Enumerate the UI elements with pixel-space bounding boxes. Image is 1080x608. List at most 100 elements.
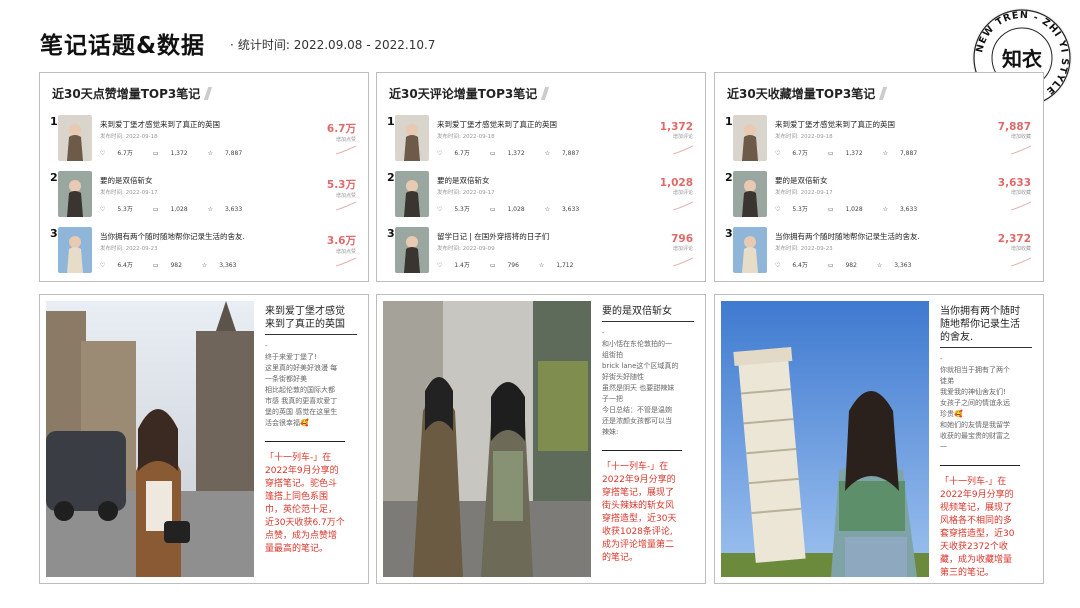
- comments-stat: ▭ 1,372: [153, 150, 198, 157]
- comment-icon: ▭: [152, 150, 159, 157]
- comments-stat: ▭ 1,372: [828, 150, 873, 157]
- comment-icon: ▭: [489, 262, 496, 269]
- ranked-note-row[interactable]: 1 来到爱丁堡才感觉来到了真正的英国 发布时间: 2022-09-18 ♡ 6.7万 ▭…: [377, 115, 705, 169]
- rank-number: 3: [723, 227, 733, 240]
- likes-count: 5.3万: [117, 206, 133, 213]
- note-stats: ♡ 6.7万 ▭ 1,372 ☆ 7,887: [775, 148, 937, 157]
- card-description-line: 终于来爱丁堡了!: [265, 353, 317, 361]
- stat-label: 统计时间:: [237, 38, 290, 52]
- growth-metric: 2,372 增加收藏: [998, 233, 1031, 252]
- comments-count: 796: [507, 262, 519, 269]
- rank-number: 2: [48, 171, 58, 184]
- growth-value: 5.3万: [326, 179, 356, 191]
- likes-count: 6.7万: [117, 150, 133, 157]
- growth-metric: 796 增加评论: [671, 233, 693, 252]
- card-highlight-line: 量最高的笔记。: [265, 544, 329, 554]
- card-title-line: 随地帮你记录生活: [940, 319, 1020, 330]
- ranked-note-row[interactable]: 2 要的是双倍斩女 发布时间: 2022-09-17 ♡ 5.3万 ▭ 1,028 ☆ 3…: [715, 171, 1043, 225]
- note-date: 发布时间: 2022-09-18: [775, 134, 833, 140]
- comment-icon: ▭: [827, 150, 834, 157]
- trend-sparkline-icon: [1011, 145, 1031, 155]
- like-icon: ♡: [437, 262, 443, 269]
- growth-label: 增加收藏: [1010, 190, 1031, 196]
- star-icon: ☆: [882, 206, 889, 213]
- card-title-line: 要的是双倍斩女: [602, 306, 672, 317]
- growth-value: 796: [671, 233, 693, 245]
- card-highlight-line: 「十一列车-」在: [940, 477, 1007, 487]
- likes-stat: ♡ 1.4万: [437, 262, 480, 269]
- card-text: 要的是双倍斩女 - 和小恬在东伦敦拍的一 组街拍 brick lane这个区域真的 好街…: [602, 305, 694, 565]
- favs-count: 3,633: [899, 206, 918, 213]
- card-text: 当你拥有两个随时 随地帮你记录生活 的舍友. - 你就相当于拥有了两个 徒弟 我爱我的神仙…: [940, 305, 1032, 580]
- likes-count: 6.7万: [454, 150, 470, 157]
- card-description-line: 你就相当于拥有了两个: [940, 366, 1010, 374]
- likes-stat: ♡ 6.7万: [437, 150, 480, 157]
- note-thumbnail: [733, 115, 767, 161]
- comments-count: 1,372: [845, 150, 863, 157]
- trend-sparkline-icon: [336, 257, 356, 267]
- note-date: 发布时间: 2022-09-17: [775, 190, 833, 196]
- note-thumbnail: [395, 227, 429, 273]
- likes-top3-panel: 近30天点赞增量TOP3笔记 1 来到爱丁堡才感觉来到了真正的英国 发布时间: 202…: [39, 72, 369, 282]
- favs-stat: ☆ 3,633: [545, 206, 590, 213]
- note-date: 发布时间: 2022-09-18: [100, 134, 158, 140]
- note-card-pisa-roommates[interactable]: 当你拥有两个随时 随地帮你记录生活 的舍友. - 你就相当于拥有了两个 徒弟 我爱我的神仙…: [714, 294, 1044, 584]
- card-highlight-line: 点赞，成为点赞增: [265, 531, 338, 541]
- card-divider: [602, 450, 682, 451]
- ranked-note-row[interactable]: 3 当你拥有两个随时随地帮你记录生活的舍友. 发布时间: 2022-09-23 ♡ 6…: [715, 227, 1043, 281]
- card-highlight-line: 藏，成为收藏增量: [940, 555, 1013, 565]
- note-thumbnail: [395, 171, 429, 217]
- card-highlight-line: 2022年9月分享的: [602, 475, 676, 485]
- note-title: 来到爱丁堡才感觉来到了真正的英国: [775, 120, 895, 129]
- trend-sparkline-icon: [1011, 201, 1031, 211]
- growth-label: 增加点赞: [335, 137, 356, 143]
- title-slash-icon: [541, 87, 550, 100]
- likes-count: 6.7万: [792, 150, 808, 157]
- card-highlight-line: 街头辣妹的斩女风: [602, 501, 675, 511]
- note-stats: ♡ 6.4万 ▭ 982 ☆ 3,363: [100, 260, 256, 269]
- panel-title: 近30天评论增量TOP3笔记: [389, 85, 550, 102]
- comments-count: 1,028: [845, 206, 863, 213]
- like-icon: ♡: [100, 262, 106, 269]
- likes-count: 6.4万: [117, 262, 133, 269]
- card-description-line: 虽然是阴天 也要甜辣妹: [602, 384, 675, 392]
- rank-number: 2: [723, 171, 733, 184]
- ranked-note-row[interactable]: 2 要的是双倍斩女 发布时间: 2022-09-17 ♡ 5.3万 ▭ 1,028 ☆ 3…: [377, 171, 705, 225]
- comments-count: 982: [845, 262, 857, 269]
- ranked-note-row[interactable]: 1 来到爱丁堡才感觉来到了真正的英国 发布时间: 2022-09-18 ♡ 6.7万 ▭…: [40, 115, 368, 169]
- comments-stat: ▭ 1,028: [153, 206, 198, 213]
- ranked-note-row[interactable]: 1 来到爱丁堡才感觉来到了真正的英国 发布时间: 2022-09-18 ♡ 6.7万 ▭…: [715, 115, 1043, 169]
- card-title-line: 来到了真正的英国: [265, 319, 345, 330]
- star-icon: ☆: [201, 262, 208, 269]
- growth-metric: 5.3万 增加点赞: [327, 177, 356, 199]
- card-description-line: -: [602, 329, 605, 337]
- photo-edinburgh-street: [46, 301, 254, 577]
- note-card-edinburgh[interactable]: 来到爱丁堡才感觉 来到了真正的英国 - 终于来爱丁堡了! 这里真的好美好浪漫 每一条街…: [39, 294, 369, 584]
- like-icon: ♡: [775, 206, 781, 213]
- card-description-line: -: [940, 355, 943, 363]
- note-thumbnail: [733, 227, 767, 273]
- ranked-note-row[interactable]: 3 当你拥有两个随时随地帮你记录生活的舍友. 发布时间: 2022-09-23 ♡ 6…: [40, 227, 368, 281]
- growth-value: 7,887: [997, 121, 1031, 133]
- favs-stat: ☆ 3,633: [208, 206, 253, 213]
- stat-bullet: ·: [230, 38, 234, 52]
- card-highlight-line: 风格各不相同的多: [940, 516, 1013, 526]
- like-icon: ♡: [437, 150, 443, 157]
- comments-count: 1,372: [507, 150, 525, 157]
- comment-icon: ▭: [152, 262, 159, 269]
- growth-metric: 3.6万 增加点赞: [327, 233, 356, 255]
- card-highlight-line: 的笔记。: [602, 553, 639, 563]
- ranked-note-row[interactable]: 3 留学日记 | 在国外穿搭将的日子们 发布时间: 2022-09-09 ♡ 1.4万…: [377, 227, 705, 281]
- star-icon: ☆: [207, 150, 214, 157]
- card-title-line: 的舍友.: [940, 332, 974, 343]
- ranked-note-row[interactable]: 2 要的是双倍斩女 发布时间: 2022-09-17 ♡ 5.3万 ▭ 1,028 ☆ 3…: [40, 171, 368, 225]
- likes-stat: ♡ 5.3万: [437, 206, 480, 213]
- growth-value: 6.7万: [326, 123, 356, 135]
- note-title: 要的是双倍斩女: [775, 176, 828, 185]
- favs-count: 3,363: [219, 262, 237, 269]
- growth-metric: 1,372 增加评论: [660, 121, 693, 140]
- growth-value: 3,633: [997, 177, 1031, 189]
- comment-icon: ▭: [489, 206, 496, 213]
- note-card-double-girls[interactable]: 要的是双倍斩女 - 和小恬在东伦敦拍的一 组街拍 brick lane这个区域真的 好街…: [376, 294, 706, 584]
- note-date: 发布时间: 2022-09-09: [437, 246, 495, 252]
